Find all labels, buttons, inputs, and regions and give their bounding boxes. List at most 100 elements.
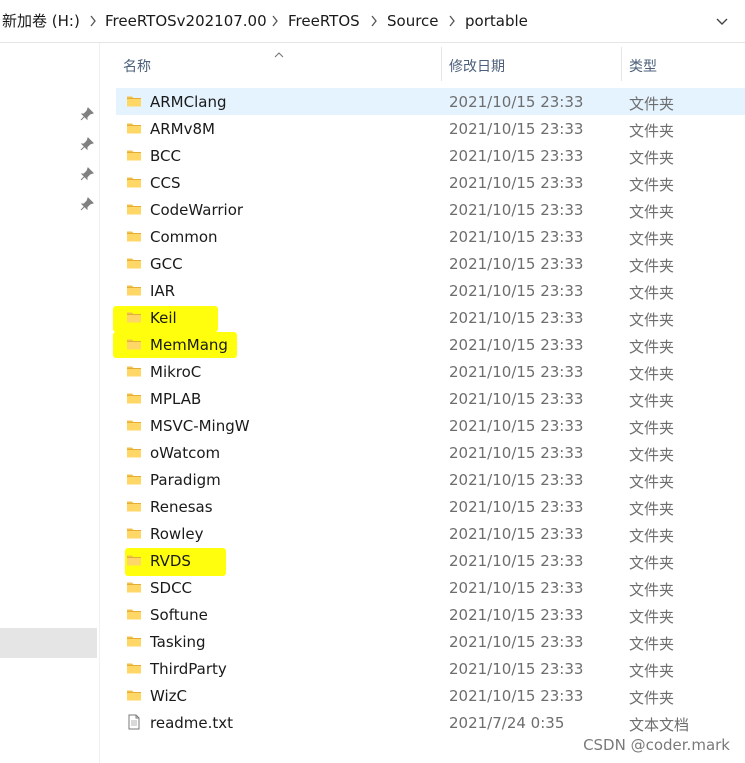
breadcrumb-freertos-root[interactable]: FreeRTOSv202107.00: [105, 12, 267, 30]
item-name[interactable]: GCC: [150, 255, 183, 273]
item-name[interactable]: BCC: [150, 147, 181, 165]
file-row[interactable]: readme.txt 2021/7/24 0:35 文本文档: [116, 709, 745, 736]
item-name[interactable]: WizC: [150, 687, 187, 705]
folder-row[interactable]: GCC 2021/10/15 23:33 文件夹: [116, 250, 745, 277]
item-name[interactable]: Tasking: [150, 633, 206, 651]
folder-row[interactable]: WizC 2021/10/15 23:33 文件夹: [116, 682, 745, 709]
item-modified-date: 2021/10/15 23:33: [449, 687, 584, 705]
item-name[interactable]: oWatcom: [150, 444, 220, 462]
folder-icon: [126, 390, 142, 406]
item-name[interactable]: SDCC: [150, 579, 192, 597]
item-type: 文件夹: [629, 257, 675, 275]
item-name[interactable]: MPLAB: [150, 390, 201, 408]
pin-icon[interactable]: [80, 166, 94, 181]
item-type: 文件夹: [629, 203, 675, 221]
watermark: CSDN @coder.mark: [583, 736, 730, 754]
folder-row[interactable]: Common 2021/10/15 23:33 文件夹: [116, 223, 745, 250]
folder-row[interactable]: Keil 2021/10/15 23:33 文件夹: [116, 304, 745, 331]
item-name[interactable]: ARMv8M: [150, 120, 215, 138]
breadcrumb-source[interactable]: Source: [387, 12, 439, 30]
breadcrumb-drive[interactable]: 新加卷 (H:): [2, 12, 80, 30]
folder-icon: [126, 228, 142, 244]
text-file-icon: [126, 714, 142, 730]
navigation-pane[interactable]: [0, 43, 100, 763]
item-name[interactable]: MSVC-MingW: [150, 417, 250, 435]
item-type: 文件夹: [629, 149, 675, 167]
folder-icon: [126, 579, 142, 595]
address-bar[interactable]: 新加卷 (H:) FreeRTOSv202107.00 FreeRTOS Sou…: [0, 0, 745, 43]
folder-row[interactable]: ARMClang 2021/10/15 23:33 文件夹: [116, 88, 745, 115]
folder-row[interactable]: MikroC 2021/10/15 23:33 文件夹: [116, 358, 745, 385]
item-modified-date: 2021/10/15 23:33: [449, 255, 584, 273]
folder-row[interactable]: Paradigm 2021/10/15 23:33 文件夹: [116, 466, 745, 493]
item-name[interactable]: CCS: [150, 174, 180, 192]
item-type: 文件夹: [629, 581, 675, 599]
pin-icon[interactable]: [80, 106, 94, 121]
folder-row[interactable]: CodeWarrior 2021/10/15 23:33 文件夹: [116, 196, 745, 223]
item-name[interactable]: MemMang: [150, 336, 228, 354]
folder-row[interactable]: Renesas 2021/10/15 23:33 文件夹: [116, 493, 745, 520]
folder-row[interactable]: IAR 2021/10/15 23:33 文件夹: [116, 277, 745, 304]
item-type: 文件夹: [629, 392, 675, 410]
column-header-name[interactable]: 名称: [110, 45, 440, 83]
item-modified-date: 2021/10/15 23:33: [449, 417, 584, 435]
breadcrumb-freertos[interactable]: FreeRTOS: [288, 12, 360, 30]
chevron-right-icon[interactable]: [369, 13, 379, 29]
item-name[interactable]: Keil: [150, 309, 177, 327]
folder-icon: [126, 174, 142, 190]
column-header-date[interactable]: 修改日期: [442, 45, 620, 83]
folder-row[interactable]: MemMang 2021/10/15 23:33 文件夹: [116, 331, 745, 358]
item-modified-date: 2021/10/15 23:33: [449, 660, 584, 678]
item-type: 文件夹: [629, 608, 675, 626]
item-modified-date: 2021/10/15 23:33: [449, 363, 584, 381]
folder-icon: [126, 93, 142, 109]
folder-row[interactable]: Tasking 2021/10/15 23:33 文件夹: [116, 628, 745, 655]
item-type: 文件夹: [629, 500, 675, 518]
folder-row[interactable]: Rowley 2021/10/15 23:33 文件夹: [116, 520, 745, 547]
pin-icon[interactable]: [80, 136, 94, 151]
folder-row[interactable]: MSVC-MingW 2021/10/15 23:33 文件夹: [116, 412, 745, 439]
item-type: 文本文档: [629, 716, 690, 734]
item-name[interactable]: Rowley: [150, 525, 203, 543]
folder-row[interactable]: Softune 2021/10/15 23:33 文件夹: [116, 601, 745, 628]
nav-selected-item[interactable]: [0, 628, 97, 658]
folder-icon: [126, 255, 142, 271]
item-name[interactable]: ARMClang: [150, 93, 227, 111]
column-header-type[interactable]: 类型: [622, 45, 745, 83]
chevron-right-icon[interactable]: [88, 13, 98, 29]
item-modified-date: 2021/7/24 0:35: [449, 714, 565, 732]
chevron-right-icon[interactable]: [270, 13, 280, 29]
item-name[interactable]: Renesas: [150, 498, 213, 516]
item-name[interactable]: MikroC: [150, 363, 201, 381]
breadcrumb-portable[interactable]: portable: [465, 12, 528, 30]
item-name[interactable]: readme.txt: [150, 714, 233, 732]
item-name[interactable]: CodeWarrior: [150, 201, 243, 219]
folder-row[interactable]: ThirdParty 2021/10/15 23:33 文件夹: [116, 655, 745, 682]
item-modified-date: 2021/10/15 23:33: [449, 93, 584, 111]
item-name[interactable]: Common: [150, 228, 218, 246]
item-name[interactable]: ThirdParty: [150, 660, 227, 678]
pin-icon[interactable]: [80, 196, 94, 211]
item-name[interactable]: IAR: [150, 282, 175, 300]
item-type: 文件夹: [629, 122, 675, 140]
chevron-right-icon[interactable]: [447, 13, 457, 29]
item-type: 文件夹: [629, 473, 675, 491]
item-modified-date: 2021/10/15 23:33: [449, 147, 584, 165]
folder-row[interactable]: oWatcom 2021/10/15 23:33 文件夹: [116, 439, 745, 466]
item-modified-date: 2021/10/15 23:33: [449, 336, 584, 354]
item-name[interactable]: Softune: [150, 606, 208, 624]
item-modified-date: 2021/10/15 23:33: [449, 174, 584, 192]
item-type: 文件夹: [629, 635, 675, 653]
column-header-date-label: 修改日期: [449, 59, 505, 75]
folder-icon: [126, 633, 142, 649]
item-name[interactable]: RVDS: [150, 552, 191, 570]
folder-row[interactable]: RVDS 2021/10/15 23:33 文件夹: [116, 547, 745, 574]
folder-row[interactable]: MPLAB 2021/10/15 23:33 文件夹: [116, 385, 745, 412]
folder-row[interactable]: BCC 2021/10/15 23:33 文件夹: [116, 142, 745, 169]
item-name[interactable]: Paradigm: [150, 471, 221, 489]
folder-row[interactable]: CCS 2021/10/15 23:33 文件夹: [116, 169, 745, 196]
folder-row[interactable]: ARMv8M 2021/10/15 23:33 文件夹: [116, 115, 745, 142]
chevron-down-icon[interactable]: [712, 13, 732, 31]
item-modified-date: 2021/10/15 23:33: [449, 120, 584, 138]
folder-row[interactable]: SDCC 2021/10/15 23:33 文件夹: [116, 574, 745, 601]
